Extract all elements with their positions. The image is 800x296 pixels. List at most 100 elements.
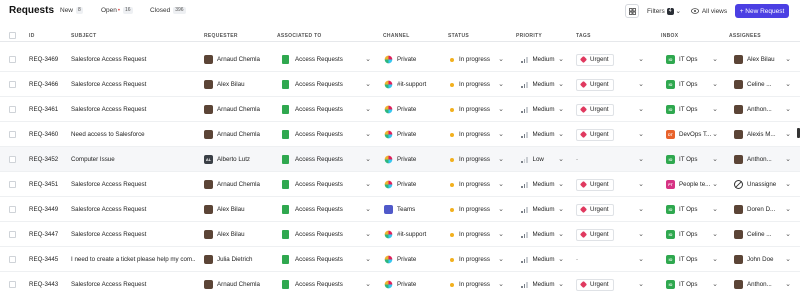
chevron-down-icon[interactable]: ⌄ [784, 155, 792, 163]
chevron-down-icon[interactable]: ⌄ [364, 180, 372, 188]
priority[interactable]: Medium [521, 197, 561, 222]
inbox[interactable]: IO IT Ops [666, 222, 711, 247]
request-id[interactable]: REQ-3451 [29, 172, 69, 197]
request-id[interactable]: REQ-3443 [29, 272, 69, 296]
chevron-down-icon[interactable]: ⌄ [557, 230, 565, 238]
tag-urgent[interactable]: Urgent [576, 78, 614, 91]
chevron-down-icon[interactable]: ⌄ [364, 205, 372, 213]
request-subject[interactable]: I need to create a ticket please help my… [71, 247, 196, 272]
chevron-down-icon[interactable]: ⌄ [557, 55, 565, 63]
request-subject[interactable]: Salesforce Access Request [71, 222, 196, 247]
chevron-down-icon[interactable]: ⌄ [784, 255, 792, 263]
chevron-down-icon[interactable]: ⌄ [637, 180, 645, 188]
priority[interactable]: Low [521, 147, 561, 172]
row-checkbox[interactable] [9, 181, 16, 188]
chevron-down-icon[interactable]: ⌄ [364, 130, 372, 138]
chevron-down-icon[interactable]: ⌄ [497, 105, 505, 113]
tags[interactable]: Urgent [576, 72, 636, 97]
status[interactable]: In progress [450, 272, 500, 296]
tag-urgent[interactable]: Urgent [576, 53, 614, 66]
requester[interactable]: AL Alberto Lutz [204, 147, 274, 172]
chevron-down-icon[interactable]: ⌄ [557, 80, 565, 88]
chevron-down-icon[interactable]: ⌄ [364, 55, 372, 63]
tags[interactable]: - [576, 147, 636, 172]
tags[interactable]: Urgent [576, 197, 636, 222]
chevron-down-icon[interactable]: ⌄ [557, 280, 565, 288]
chevron-down-icon[interactable]: ⌄ [364, 230, 372, 238]
priority[interactable]: Medium [521, 247, 561, 272]
row-checkbox[interactable] [9, 81, 16, 88]
column-header-status[interactable]: STATUS [448, 33, 469, 39]
table-row[interactable]: REQ-3449 Salesforce Access Request Alex … [0, 197, 800, 222]
chevron-down-icon[interactable]: ⌄ [497, 255, 505, 263]
associated-to[interactable]: Access Requests [282, 197, 362, 222]
chevron-down-icon[interactable]: ⌄ [784, 55, 792, 63]
assignee[interactable]: John Doe [734, 247, 776, 272]
inbox[interactable]: IO IT Ops [666, 197, 711, 222]
chevron-down-icon[interactable]: ⌄ [637, 55, 645, 63]
chevron-down-icon[interactable]: ⌄ [497, 280, 505, 288]
chevron-down-icon[interactable]: ⌄ [637, 105, 645, 113]
chevron-down-icon[interactable]: ⌄ [711, 230, 719, 238]
associated-to[interactable]: Access Requests [282, 122, 362, 147]
table-row[interactable]: REQ-3443 Salesforce Access Request Arnau… [0, 272, 800, 296]
request-id[interactable]: REQ-3452 [29, 147, 69, 172]
tags[interactable]: Urgent [576, 97, 636, 122]
chevron-down-icon[interactable]: ⌄ [364, 105, 372, 113]
inbox[interactable]: IO IT Ops [666, 47, 711, 72]
chevron-down-icon[interactable]: ⌄ [711, 180, 719, 188]
tag-urgent[interactable]: Urgent [576, 278, 614, 291]
status[interactable]: In progress [450, 147, 500, 172]
tab-open[interactable]: Open • 16 [101, 7, 133, 14]
chevron-down-icon[interactable]: ⌄ [497, 155, 505, 163]
request-id[interactable]: REQ-3461 [29, 97, 69, 122]
row-checkbox[interactable] [9, 206, 16, 213]
chevron-down-icon[interactable]: ⌄ [557, 105, 565, 113]
requester[interactable]: Alex Bilau [204, 222, 274, 247]
assignee[interactable]: Unassigned [734, 172, 776, 197]
associated-to[interactable]: Access Requests [282, 222, 362, 247]
chevron-down-icon[interactable]: ⌄ [711, 255, 719, 263]
request-id[interactable]: REQ-3469 [29, 47, 69, 72]
inbox[interactable]: DT DevOps T... [666, 122, 711, 147]
associated-to[interactable]: Access Requests [282, 247, 362, 272]
chevron-down-icon[interactable]: ⌄ [784, 105, 792, 113]
table-row[interactable]: REQ-3460 Need access to Salesforce Arnau… [0, 122, 800, 147]
chevron-down-icon[interactable]: ⌄ [784, 80, 792, 88]
chevron-down-icon[interactable]: ⌄ [784, 130, 792, 138]
request-subject[interactable]: Salesforce Access Request [71, 47, 196, 72]
select-all-checkbox[interactable] [9, 32, 16, 39]
row-checkbox[interactable] [9, 131, 16, 138]
request-subject[interactable]: Salesforce Access Request [71, 97, 196, 122]
status[interactable]: In progress [450, 72, 500, 97]
chevron-down-icon[interactable]: ⌄ [364, 155, 372, 163]
column-header-inbox[interactable]: INBOX [661, 33, 678, 39]
chevron-down-icon[interactable]: ⌄ [711, 155, 719, 163]
chevron-down-icon[interactable]: ⌄ [711, 55, 719, 63]
assignee[interactable]: Anthon... [734, 147, 776, 172]
chevron-down-icon[interactable]: ⌄ [711, 280, 719, 288]
request-id[interactable]: REQ-3447 [29, 222, 69, 247]
requester[interactable]: Arnaud Chemla [204, 172, 274, 197]
priority[interactable]: Medium [521, 97, 561, 122]
chevron-down-icon[interactable]: ⌄ [497, 55, 505, 63]
layout-toggle-button[interactable] [625, 4, 639, 18]
assignee[interactable]: Anthon... [734, 272, 776, 296]
chevron-down-icon[interactable]: ⌄ [364, 80, 372, 88]
inbox[interactable]: IO IT Ops [666, 272, 711, 296]
request-id[interactable]: REQ-3460 [29, 122, 69, 147]
inbox[interactable]: IO IT Ops [666, 147, 711, 172]
table-row[interactable]: REQ-3447 Salesforce Access Request Alex … [0, 222, 800, 247]
column-header-subject[interactable]: SUBJECT [71, 33, 96, 39]
status[interactable]: In progress [450, 172, 500, 197]
tag-urgent[interactable]: Urgent [576, 228, 614, 241]
table-row[interactable]: REQ-3461 Salesforce Access Request Arnau… [0, 97, 800, 122]
associated-to[interactable]: Access Requests [282, 147, 362, 172]
column-header-id[interactable]: ID [29, 33, 35, 39]
tab-new[interactable]: New 8 [60, 7, 83, 14]
table-row[interactable]: REQ-3445 I need to create a ticket pleas… [0, 247, 800, 272]
requester[interactable]: Arnaud Chemla [204, 122, 274, 147]
requester[interactable]: Arnaud Chemla [204, 97, 274, 122]
column-header-requester[interactable]: REQUESTER [204, 33, 238, 39]
table-row[interactable]: REQ-3469 Salesforce Access Request Arnau… [0, 47, 800, 72]
